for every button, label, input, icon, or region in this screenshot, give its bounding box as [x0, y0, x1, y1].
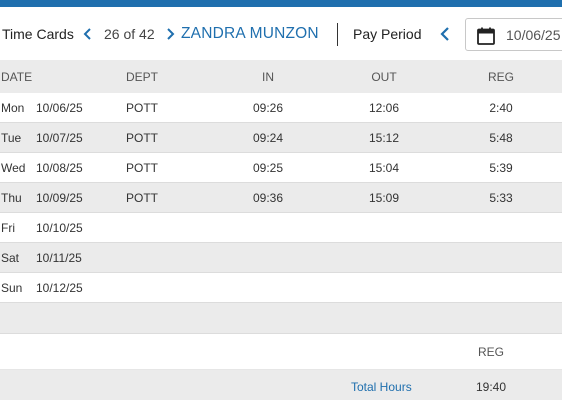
- row-day: Thu: [1, 191, 22, 205]
- table-row[interactable]: Fri 10/10/25: [0, 213, 562, 243]
- row-date: 10/10/25: [36, 221, 83, 235]
- row-dept: POTT: [126, 131, 158, 145]
- row-reg-hours: 2:40: [489, 101, 513, 115]
- table-row[interactable]: Wed 10/08/25 POTT 09:25 15:04 5:39: [0, 153, 562, 183]
- employee-name[interactable]: ZANDRA MUNZON: [181, 25, 319, 43]
- row-date: 10/08/25: [36, 161, 83, 175]
- row-out-time: 15:12: [368, 131, 400, 145]
- row-dept: POTT: [126, 191, 158, 205]
- page-title: Time Cards: [2, 26, 74, 42]
- calendar-icon[interactable]: [476, 26, 496, 46]
- row-dept: POTT: [126, 101, 158, 115]
- table-spacer-row: [0, 303, 562, 334]
- column-header-out: OUT: [371, 70, 397, 84]
- total-hours-label: Total Hours: [351, 380, 412, 394]
- row-out-time: 15:09: [368, 191, 400, 205]
- column-header-date: DATE: [1, 70, 33, 84]
- timecard-header: Time Cards 26 of 42 ZANDRA MUNZON Pay Pe…: [0, 7, 562, 60]
- row-reg-hours: 5:39: [489, 161, 513, 175]
- table-row[interactable]: Tue 10/07/25 POTT 09:24 15:12 5:48: [0, 123, 562, 153]
- table-row[interactable]: Sun 10/12/25: [0, 273, 562, 303]
- row-date: 10/09/25: [36, 191, 83, 205]
- record-counter: 26 of 42: [104, 26, 155, 42]
- previous-employee-button[interactable]: [80, 25, 96, 43]
- pay-period-date-input[interactable]: [506, 26, 562, 44]
- top-accent-bar: [0, 0, 562, 7]
- chevron-right-icon: [167, 28, 175, 40]
- row-day: Mon: [1, 101, 25, 115]
- previous-pay-period-button[interactable]: [436, 25, 454, 43]
- table-header: DATE DEPT IN OUT REG: [0, 60, 562, 93]
- chevron-left-icon: [440, 27, 449, 41]
- pay-period-date-field[interactable]: [465, 18, 562, 51]
- row-out-time: 12:06: [368, 101, 400, 115]
- row-date: 10/07/25: [36, 131, 83, 145]
- row-in-time: 09:36: [252, 191, 284, 205]
- next-employee-button[interactable]: [163, 25, 179, 43]
- chevron-left-icon: [83, 28, 91, 40]
- summary-column-header-reg: REG: [477, 345, 505, 359]
- row-date: 10/11/25: [36, 251, 82, 265]
- row-day: Sun: [1, 281, 23, 295]
- row-day: Wed: [1, 161, 26, 175]
- summary-header: REG: [0, 334, 562, 370]
- row-out-time: 15:04: [368, 161, 400, 175]
- summary-row: Total Hours 19:40: [0, 370, 562, 400]
- total-hours-value: 19:40: [475, 380, 507, 394]
- row-day: Sat: [1, 251, 20, 265]
- row-in-time: 09:25: [252, 161, 284, 175]
- row-day: Tue: [1, 131, 22, 145]
- table-row[interactable]: Sat 10/11/25: [0, 243, 562, 273]
- row-reg-hours: 5:33: [489, 191, 513, 205]
- pay-period-label: Pay Period: [353, 26, 422, 42]
- column-header-reg: REG: [487, 70, 515, 84]
- row-date: 10/06/25: [36, 101, 83, 115]
- column-header-dept: DEPT: [126, 70, 159, 84]
- table-row[interactable]: Thu 10/09/25 POTT 09:36 15:09 5:33: [0, 183, 562, 213]
- row-dept: POTT: [126, 161, 158, 175]
- row-reg-hours: 5:48: [489, 131, 513, 145]
- row-in-time: 09:26: [252, 101, 284, 115]
- row-in-time: 09:24: [252, 131, 284, 145]
- column-header-in: IN: [262, 70, 274, 84]
- row-day: Fri: [1, 221, 15, 235]
- table-row[interactable]: Mon 10/06/25 POTT 09:26 12:06 2:40: [0, 93, 562, 123]
- row-date: 10/12/25: [36, 281, 83, 295]
- header-divider: [337, 23, 338, 46]
